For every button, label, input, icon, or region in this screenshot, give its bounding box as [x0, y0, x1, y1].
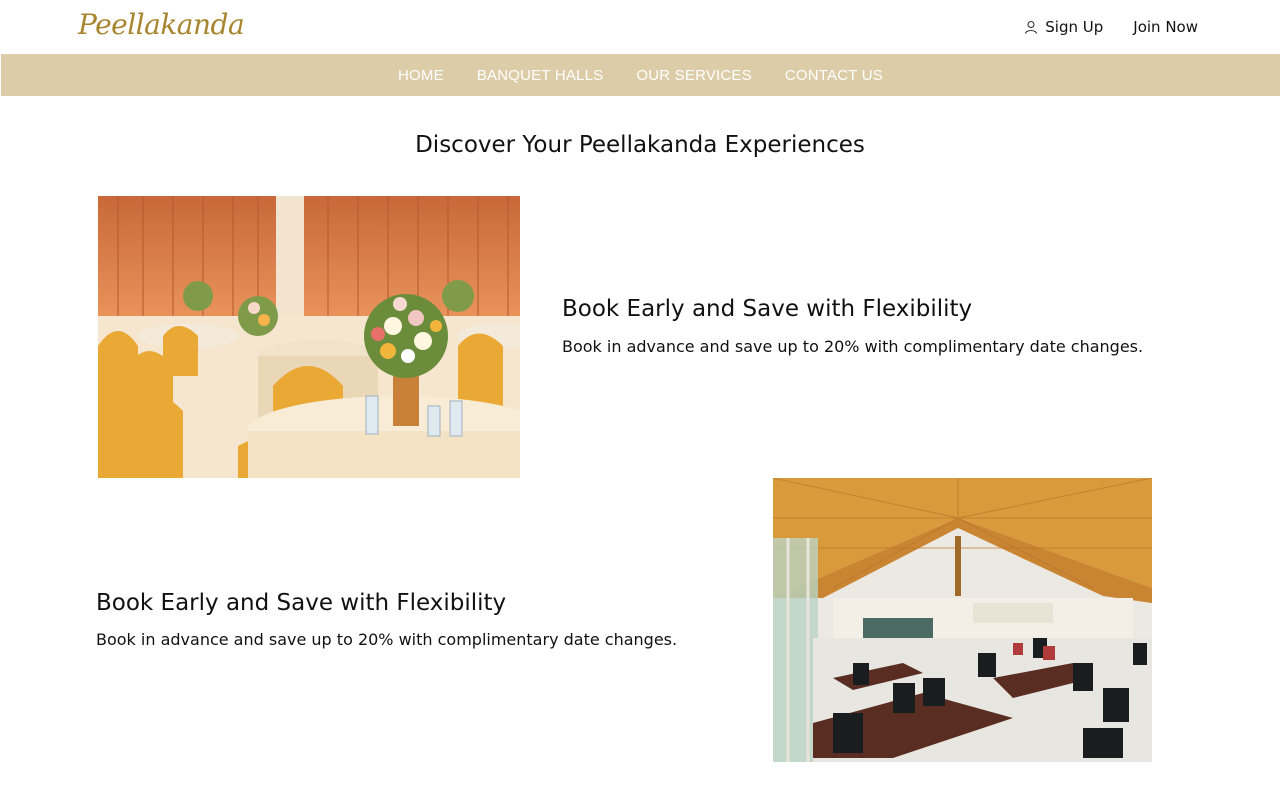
site-header: Peellakanda Sign Up Join Now: [0, 0, 1280, 54]
feature-2-description: Book in advance and save up to 20% with …: [96, 630, 678, 649]
nav-our-services[interactable]: OUR SERVICES: [636, 67, 752, 84]
feature-1-title: Book Early and Save with Flexibility: [562, 296, 973, 322]
restaurant-photo: [773, 478, 1152, 762]
join-now-label: Join Now: [1133, 18, 1198, 36]
sign-up-link[interactable]: Sign Up: [1024, 18, 1103, 36]
auth-links: Sign Up Join Now: [1024, 18, 1198, 36]
main-nav: HOME BANQUET HALLS OUR SERVICES CONTACT …: [1, 54, 1280, 96]
sign-up-label: Sign Up: [1045, 18, 1104, 36]
feature-1-description: Book in advance and save up to 20% with …: [562, 337, 1144, 356]
nav-home[interactable]: HOME: [398, 67, 444, 84]
user-icon: [1025, 20, 1038, 34]
page-title: Discover Your Peellakanda Experiences: [415, 132, 865, 158]
banquet-hall-photo: [98, 196, 520, 478]
feature-2-title: Book Early and Save with Flexibility: [96, 590, 507, 616]
join-now-link[interactable]: Join Now: [1133, 18, 1198, 36]
nav-contact-us[interactable]: CONTACT US: [785, 67, 883, 84]
site-logo[interactable]: Peellakanda: [78, 8, 245, 41]
nav-banquet-halls[interactable]: BANQUET HALLS: [477, 67, 604, 84]
